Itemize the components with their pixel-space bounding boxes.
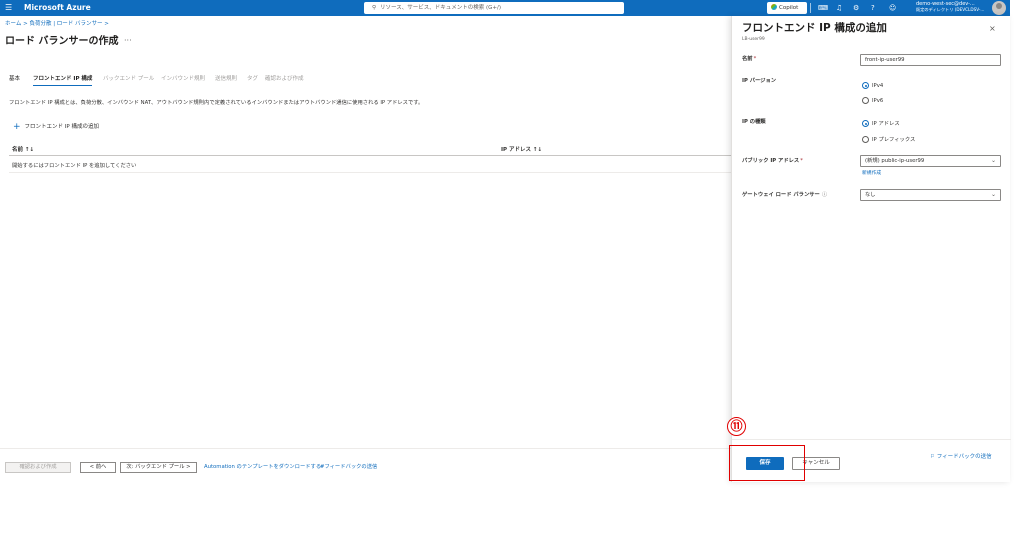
- panel-title: フロントエンド IP 構成の追加: [742, 22, 887, 34]
- panel-footer-divider: [732, 439, 1011, 440]
- previous-button[interactable]: < 前へ: [80, 462, 116, 473]
- toolbar-divider: [810, 3, 811, 13]
- name-label-text: 名前: [742, 56, 753, 62]
- close-icon[interactable]: ×: [989, 24, 996, 33]
- breadcrumb[interactable]: ホーム > 負荷分散 | ロード バランサー >: [5, 20, 109, 28]
- public-ip-label-text: パブリック IP アドレス: [742, 158, 800, 164]
- copilot-label: Copilot: [779, 5, 799, 11]
- required-asterisk: *: [753, 56, 757, 62]
- add-frontend-ip-panel: フロントエンド IP 構成の追加 LB-user99 × 名前* front-i…: [731, 16, 1011, 482]
- cloud-shell-icon[interactable]: ⌨: [818, 3, 828, 13]
- radio-ip-address-label: IP アドレス: [872, 121, 900, 127]
- radio-checked-icon: [862, 120, 869, 127]
- radio-ip-address[interactable]: IP アドレス: [862, 120, 900, 129]
- table-header: 名前 ↑↓ IP アドレス ↑↓: [9, 144, 731, 156]
- radio-ipv6[interactable]: IPv6: [862, 97, 883, 106]
- tab-basics[interactable]: 基本: [9, 75, 20, 83]
- search-placeholder: リソース、サービス、ドキュメントの検索 (G+/): [380, 5, 502, 11]
- radio-checked-icon: [862, 82, 869, 89]
- tab-tags[interactable]: タグ: [247, 75, 258, 83]
- review-create-button[interactable]: 確認および作成: [5, 462, 71, 473]
- avatar[interactable]: [992, 1, 1006, 15]
- tab-outbound-rules[interactable]: 送信規則: [215, 75, 237, 83]
- gateway-lb-select[interactable]: なし ⌄: [860, 189, 1001, 201]
- radio-ip-prefix-label: IP プレフィックス: [872, 137, 916, 143]
- name-label: 名前*: [742, 55, 756, 63]
- empty-table-message: 開始するにはフロントエンド IP を追加してください: [12, 163, 137, 169]
- public-ip-label: パブリック IP アドレス*: [742, 157, 803, 165]
- panel-feedback-label: フィードバックの送信: [936, 454, 992, 460]
- public-ip-value: (新規) public-ip-user99: [865, 158, 925, 164]
- tab-inbound-rules[interactable]: インバウンド規則: [161, 75, 205, 83]
- copilot-icon: [771, 4, 777, 10]
- top-bar: ☰ Microsoft Azure ⚲ リソース、サービス、ドキュメントの検索 (…: [0, 0, 1010, 16]
- feedback-icon: ⚐: [930, 454, 937, 460]
- public-ip-select[interactable]: (新規) public-ip-user99 ⌄: [860, 155, 1001, 167]
- search-icon: ⚲: [372, 5, 377, 11]
- plus-icon: +: [13, 122, 21, 132]
- ip-type-label: IP の種類: [742, 119, 766, 125]
- feedback-person-icon[interactable]: ☺: [889, 3, 896, 13]
- add-frontend-ip-button[interactable]: + フロントエンド IP 構成の追加: [13, 122, 99, 132]
- chevron-down-icon: ⌄: [990, 191, 996, 198]
- column-header-name[interactable]: 名前 ↑↓: [12, 146, 34, 154]
- global-search-input[interactable]: ⚲ リソース、サービス、ドキュメントの検索 (G+/): [364, 2, 624, 14]
- radio-unchecked-icon: [862, 136, 869, 143]
- column-header-ip-address[interactable]: IP アドレス ↑↓: [501, 146, 542, 154]
- account-directory: 既定のディレクトリ (DEVCLDSV-...: [916, 7, 985, 12]
- name-input[interactable]: front-ip-user99: [860, 54, 1001, 66]
- table-row: 開始するにはフロントエンド IP を追加してください: [9, 158, 731, 173]
- radio-ipv4-label: IPv4: [872, 83, 884, 89]
- copilot-button[interactable]: Copilot: [767, 2, 807, 14]
- panel-subtitle: LB-user99: [742, 37, 765, 42]
- account-info[interactable]: demo-west-sec@dev-... 既定のディレクトリ (DEVCLDS…: [916, 1, 984, 13]
- chevron-down-icon: ⌄: [990, 157, 996, 164]
- download-template-link[interactable]: Automation のテンプレートをダウンロードする: [204, 463, 321, 471]
- annotation-step-number: ⑪: [727, 417, 746, 436]
- brand-logo[interactable]: Microsoft Azure: [24, 3, 91, 13]
- gateway-lb-label: ゲートウェイ ロード バランサー ⓘ: [742, 191, 827, 199]
- notifications-bell-icon[interactable]: ♫: [836, 3, 842, 13]
- tab-review-create[interactable]: 確認および作成: [265, 75, 304, 83]
- page-title: ロード バランサーの作成: [5, 36, 119, 47]
- hamburger-menu-icon[interactable]: ☰: [5, 3, 14, 12]
- add-frontend-label: フロントエンド IP 構成の追加: [24, 124, 99, 130]
- more-options-icon[interactable]: ···: [124, 36, 132, 45]
- gateway-lb-value: なし: [865, 192, 876, 198]
- info-icon[interactable]: ⓘ: [822, 192, 827, 198]
- radio-ipv6-label: IPv6: [872, 98, 884, 104]
- tab-backend-pools[interactable]: バックエンド プール: [103, 75, 154, 83]
- frontend-description: フロントエンド IP 構成とは、負荷分散、インバウンド NAT、アウトバウンド規…: [9, 100, 424, 106]
- gateway-lb-label-text: ゲートウェイ ロード バランサー: [742, 192, 820, 198]
- bottom-divider: [0, 448, 731, 449]
- tab-frontend-ip[interactable]: フロントエンド IP 構成: [33, 75, 93, 86]
- required-asterisk: *: [800, 158, 803, 164]
- next-button[interactable]: 次: バックエンド プール >: [120, 462, 197, 473]
- radio-unchecked-icon: [862, 97, 869, 104]
- ip-version-label: IP バージョン: [742, 78, 777, 84]
- send-feedback-link[interactable]: #フィードバックの送信: [320, 463, 377, 471]
- annotation-highlight-box: [729, 445, 805, 481]
- help-question-icon[interactable]: ?: [871, 3, 875, 13]
- panel-feedback-link[interactable]: ⚐ フィードバックの送信: [930, 452, 992, 460]
- settings-gear-icon[interactable]: ⚙: [853, 3, 859, 13]
- create-new-link[interactable]: 新規作成: [862, 169, 881, 176]
- radio-ip-prefix[interactable]: IP プレフィックス: [862, 136, 915, 145]
- radio-ipv4[interactable]: IPv4: [862, 82, 883, 91]
